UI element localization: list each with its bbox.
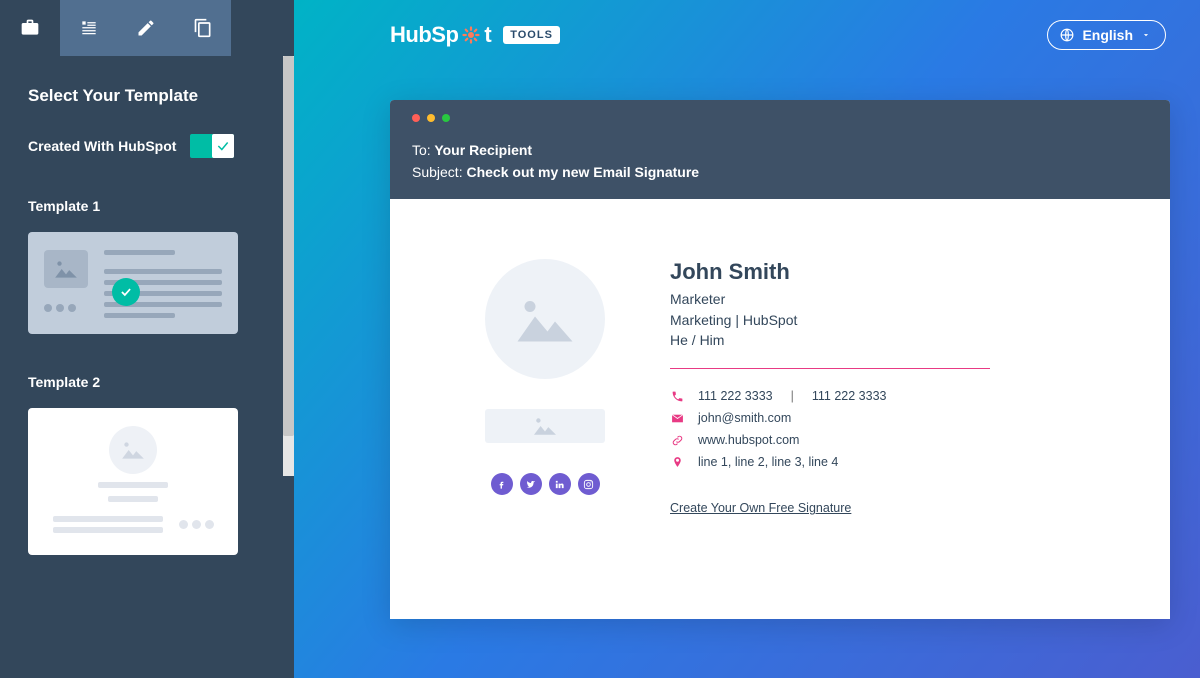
window-header: To: Your Recipient Subject: Check out my… [390,100,1170,199]
chevron-down-icon [1141,30,1151,40]
signature-body: John Smith Marketer Marketing | HubSpot … [390,199,1170,619]
zoom-dot-icon [442,114,450,122]
sidebar-tabs [0,0,294,56]
hubspot-logo: HubSp t TOOLS [390,22,560,48]
section-title: Select Your Template [28,86,266,106]
mail-to-line: To: Your Recipient [412,140,1148,162]
social-icons [491,473,600,495]
close-dot-icon [412,114,420,122]
logo-text-prefix: HubSp [390,22,458,48]
tab-style[interactable] [117,0,174,56]
to-label: To: [412,142,431,158]
phone-icon [670,390,684,403]
company-logo-placeholder [485,409,605,443]
signature-dept-company: Marketing | HubSpot [670,310,1110,330]
window-traffic-lights [412,114,1148,122]
email-preview-window: To: Your Recipient Subject: Check out my… [390,100,1170,619]
sidebar-panel: Select Your Template Created With HubSpo… [0,56,294,678]
check-icon [119,285,133,299]
avatar-placeholder [485,259,605,379]
language-selector[interactable]: English [1047,20,1166,50]
subject-value: Check out my new Email Signature [466,164,699,180]
mail-subject-line: Subject: Check out my new Email Signatur… [412,162,1148,184]
pencil-icon [136,18,156,38]
divider [670,368,990,369]
twitter-icon[interactable] [520,473,542,495]
topbar: HubSp t TOOLS English [294,0,1200,70]
email-icon [670,412,684,425]
email-value: john@smith.com [698,411,791,425]
phone2: 111 222 3333 [812,389,887,403]
signature-job-title: Marketer [670,289,1110,309]
created-with-toggle-row: Created With HubSpot [28,134,266,158]
image-placeholder-icon [109,426,157,474]
signature-right-column: John Smith Marketer Marketing | HubSpot … [670,259,1110,579]
email-row: john@smith.com [670,411,1110,425]
check-icon [216,139,230,153]
template2-card[interactable] [28,408,238,555]
copy-icon [193,18,213,38]
facebook-icon[interactable] [491,473,513,495]
instagram-icon[interactable] [578,473,600,495]
tools-badge: TOOLS [503,26,560,44]
sidebar: Select Your Template Created With HubSpo… [0,0,294,678]
cta-link[interactable]: Create Your Own Free Signature [670,501,851,515]
address-row: line 1, line 2, line 3, line 4 [670,455,1110,469]
selected-check-badge [112,278,140,306]
address-value: line 1, line 2, line 3, line 4 [698,455,838,469]
minimize-dot-icon [427,114,435,122]
linkedin-icon[interactable] [549,473,571,495]
language-label: English [1082,27,1133,43]
main-area: HubSp t TOOLS English To: Your [294,0,1200,678]
tab-templates[interactable] [0,0,60,56]
image-placeholder-icon [530,415,560,437]
toggle-label: Created With HubSpot [28,138,176,154]
logo-text-suffix: t [484,22,491,48]
created-with-toggle[interactable] [190,134,234,158]
globe-icon [1060,28,1074,42]
sprocket-icon [462,26,480,44]
signature-name: John Smith [670,259,1110,285]
website-row: www.hubspot.com [670,433,1110,447]
phone-row: 111 222 3333 | 111 222 3333 [670,389,1110,403]
phone1: 111 222 3333 [698,389,773,403]
image-placeholder-icon [515,294,575,344]
text-lines-icon [79,18,99,38]
template1-card[interactable] [28,232,238,334]
website-value: www.hubspot.com [698,433,799,447]
preview-canvas: To: Your Recipient Subject: Check out my… [294,70,1200,678]
toggle-knob [212,134,234,158]
link-icon [670,434,684,447]
briefcase-icon [20,18,40,38]
to-value: Your Recipient [434,142,532,158]
tab-details[interactable] [60,0,117,56]
template1-label: Template 1 [28,198,266,214]
subject-label: Subject: [412,164,463,180]
signature-pronouns: He / Him [670,330,1110,350]
phone-separator: | [791,389,794,403]
template2-label: Template 2 [28,374,266,390]
tab-copy[interactable] [174,0,231,56]
image-placeholder-icon [44,250,88,288]
signature-left-column [470,259,620,579]
pin-icon [670,456,684,469]
